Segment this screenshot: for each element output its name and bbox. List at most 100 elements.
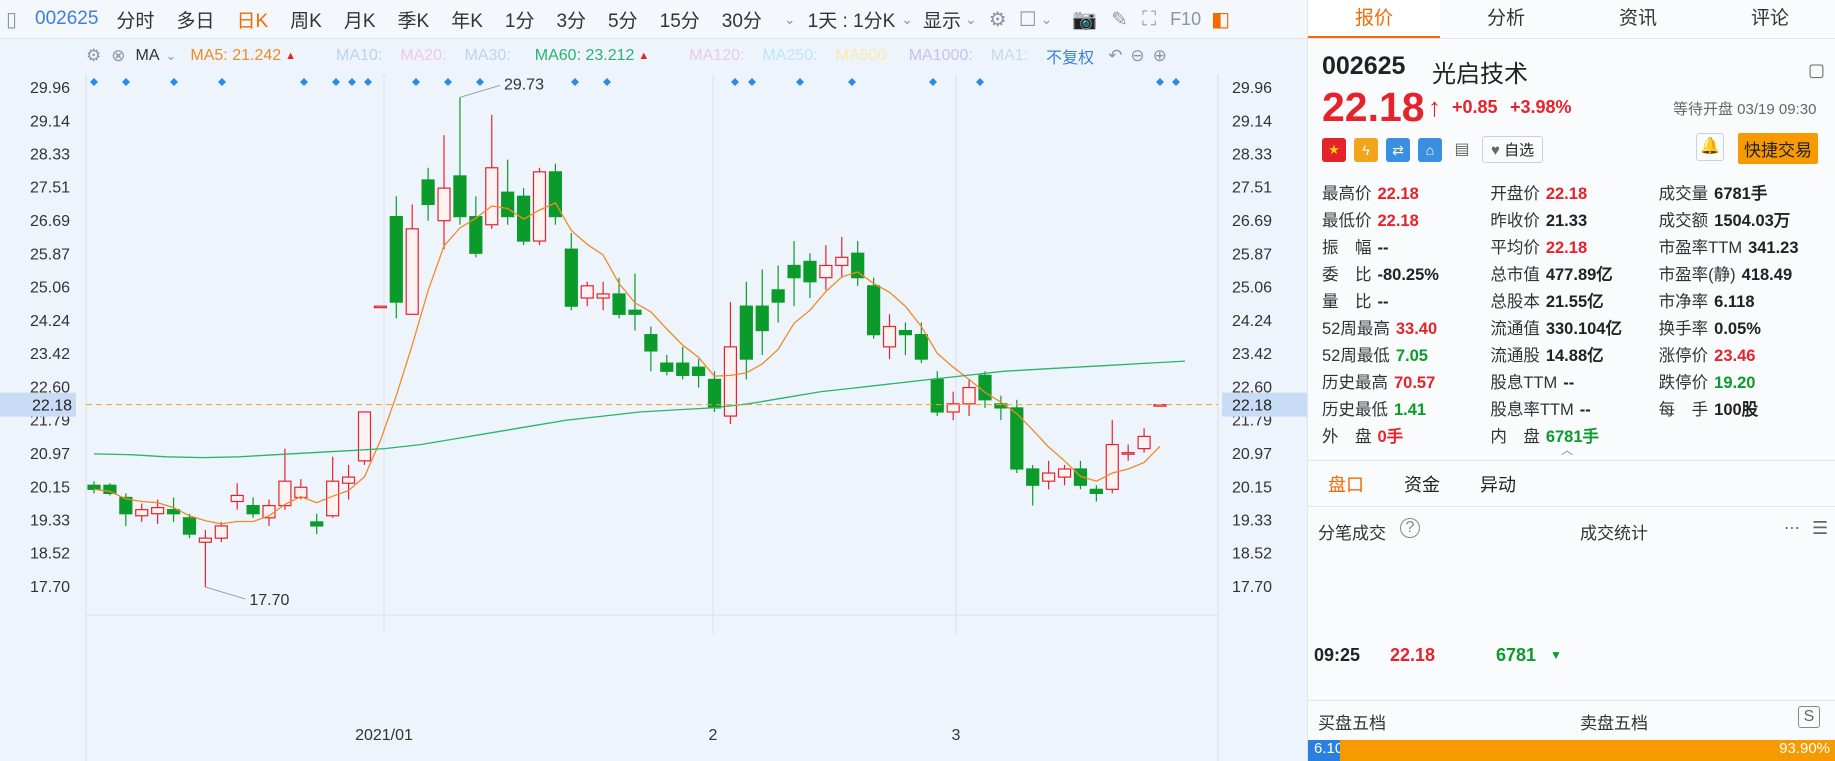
tick-time: 09:25 [1314, 645, 1361, 665]
candle-body [1026, 468, 1040, 486]
up-arrow-icon: ↑ [1428, 92, 1441, 122]
ma10-label: MA10: [336, 47, 383, 64]
y-tick-label: 17.70 [1232, 579, 1272, 596]
period-tab[interactable]: 季K [398, 6, 430, 33]
expand-icon[interactable]: ︿ [1561, 441, 1573, 458]
period-tab[interactable]: 5分 [608, 6, 638, 33]
period-tab[interactable]: 分时 [116, 6, 154, 33]
candle-body [755, 305, 769, 332]
adjust-button[interactable]: 不复权 [1046, 44, 1094, 68]
period-tab[interactable]: 15分 [660, 6, 700, 33]
candle[interactable] [357, 411, 372, 465]
quote-cell: 换手率 0.05% [1659, 315, 1827, 339]
chevron-down-icon[interactable]: ⌄ [965, 11, 977, 28]
square-icon[interactable]: ☐ [1019, 7, 1037, 32]
help-icon[interactable]: ? [1400, 518, 1420, 538]
candlestick-chart[interactable]: 29.96 29.96 29.14 29.14 28.33 28.33 27.51 27.51… [0, 74, 1307, 761]
candle[interactable] [373, 305, 387, 309]
tag-row: ★ ϟ ⇄ ⌂ ▤ ♥ 自选 [1322, 136, 1544, 163]
quote-value: 22.18 [1545, 238, 1588, 257]
subtab-0[interactable]: 盘口 [1328, 471, 1364, 497]
chevron-down-icon[interactable]: ⌄ [784, 11, 796, 28]
quote-value: 0.05% [1714, 319, 1761, 338]
pen-icon[interactable]: ✎ [1111, 7, 1128, 32]
candle[interactable] [548, 163, 563, 225]
quote-cell: 平均价 22.18 [1490, 234, 1658, 258]
quote-cell: 跌停价 19.20 [1659, 369, 1827, 393]
quote-label: 涨停价 [1658, 346, 1709, 365]
quote-label: 52周最低 [1322, 346, 1390, 365]
chevron-down-icon[interactable]: ⌄ [166, 48, 177, 64]
buy-ratio: 6.10% [1308, 740, 1357, 761]
watchlist-button[interactable]: ♥ 自选 [1482, 136, 1544, 163]
stats-title: 成交统计 [1580, 524, 1648, 543]
chevron-down-icon[interactable]: ⌄ [901, 11, 913, 28]
f10-icon[interactable]: F10 [1170, 9, 1201, 30]
ma-select[interactable]: MA [136, 47, 160, 65]
s-icon[interactable]: S [1798, 706, 1820, 728]
sidebar-toggle-icon[interactable]: ▯ [6, 7, 17, 32]
candle-body [914, 334, 928, 360]
quote-value: 22.18 [1545, 184, 1588, 203]
quote-cell: 内 盘 6781手 [1490, 423, 1658, 447]
quote-label: 总股本 [1490, 292, 1540, 311]
quote-label: 股息率TTM [1490, 400, 1574, 419]
period-tab[interactable]: 30分 [722, 6, 762, 33]
y-tick-label: 27.51 [30, 180, 70, 197]
period-tab[interactable]: 1分 [505, 6, 535, 33]
quote-cell: 成交额 1504.03万 [1659, 207, 1827, 231]
quote-cell: 最低价 22.18 [1322, 207, 1490, 231]
candle[interactable] [532, 167, 547, 246]
subtab-1[interactable]: 资金 [1404, 471, 1440, 497]
y-tick-label: 23.42 [1232, 346, 1272, 363]
quote-value: 418.49 [1741, 265, 1793, 284]
collapse-icon[interactable]: ▢ [1808, 60, 1825, 81]
quote-value: 0手 [1377, 427, 1404, 446]
period-tab[interactable]: 年K [451, 6, 483, 33]
quote-cell: 市盈率TTM 341.23 [1659, 234, 1827, 258]
quote-cell: 历史最高 70.57 [1322, 369, 1490, 393]
y-tick-label: 18.52 [30, 546, 70, 563]
quote-cell: 每 手 100股 [1659, 396, 1827, 420]
settings-icon[interactable]: ⚙ [989, 7, 1007, 32]
buy-book-title: 买盘五档 [1318, 714, 1386, 733]
period-tab[interactable]: 日K [236, 6, 268, 33]
quick-trade-button[interactable]: 快捷交易 [1738, 133, 1818, 164]
quote-label: 股息TTM [1490, 373, 1558, 392]
range-select[interactable]: 1天 : 1分K [808, 6, 896, 33]
panel-icon[interactable]: ◧ [1211, 7, 1230, 32]
tag-icon[interactable]: ⌂ [1418, 137, 1442, 162]
chevron-down-icon[interactable]: ⌄ [1041, 11, 1053, 28]
settings-icon[interactable]: ⚙ [86, 46, 101, 66]
fullscreen-icon[interactable]: ⛶ [1142, 8, 1156, 31]
period-tab[interactable]: 多日 [176, 6, 214, 33]
display-menu[interactable]: 显示 [923, 6, 961, 33]
tab-2[interactable]: 资讯 [1572, 0, 1704, 38]
quote-value: 341.23 [1748, 238, 1799, 257]
y-tick-label: 25.87 [1232, 246, 1272, 263]
quote-label: 昨收价 [1490, 211, 1540, 230]
tab-3[interactable]: 评论 [1704, 0, 1835, 38]
zoom-in-icon[interactable]: ⊕ [1153, 46, 1167, 66]
subtab-2[interactable]: 异动 [1480, 471, 1516, 497]
zoom-out-icon[interactable]: ⊖ [1130, 46, 1144, 66]
close-icon[interactable]: ⊗ [111, 46, 125, 66]
period-tab[interactable]: 周K [290, 6, 322, 33]
period-tab[interactable]: 3分 [556, 6, 586, 33]
current-price-tag: 22.18 [1232, 398, 1272, 415]
quote-label: 流通值 [1490, 319, 1540, 338]
camera-icon[interactable]: 📷 [1072, 7, 1097, 32]
list-icon[interactable]: ☰ [1812, 518, 1828, 539]
bell-icon[interactable]: 🔔 [1696, 133, 1724, 161]
note-icon[interactable]: ▤ [1450, 138, 1474, 162]
low-label: 17.70 [249, 592, 289, 609]
tab-0[interactable]: 报价 [1308, 0, 1440, 38]
period-tab[interactable]: 月K [344, 6, 376, 33]
shuffle-icon[interactable]: ⇄ [1386, 137, 1410, 162]
candle[interactable] [867, 277, 881, 339]
lightning-icon[interactable]: ϟ [1354, 137, 1378, 162]
tab-1[interactable]: 分析 [1440, 0, 1572, 38]
undo-icon[interactable]: ↶ [1108, 46, 1122, 66]
candle-body [87, 484, 101, 490]
more-icon[interactable]: ⋯ [1784, 518, 1800, 538]
